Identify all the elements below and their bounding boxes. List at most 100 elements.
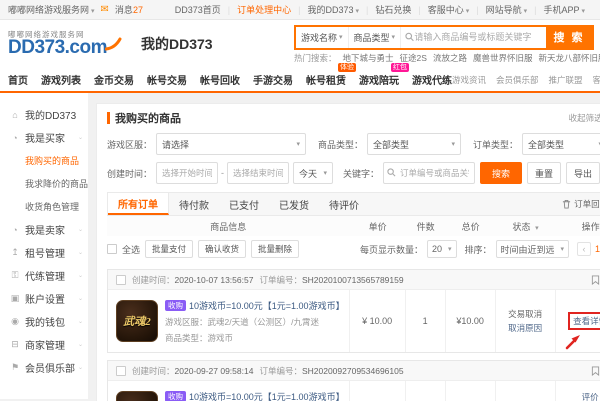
topbar-link-app[interactable]: 手机APP▾ — [536, 3, 592, 16]
site-name[interactable]: 嘟嘟网络游戏服务网▾ — [8, 3, 95, 16]
chevron-down-icon: ▾ — [91, 8, 95, 15]
sidebar-item-club[interactable]: ⚑会员俱乐部⌄ — [0, 356, 88, 379]
sidebar-item-boost-manage[interactable]: ⚿代练管理⌄ — [0, 264, 88, 287]
header-status[interactable]: 状态 ▾ — [496, 220, 556, 233]
rate-link[interactable]: 评价 — [582, 391, 599, 401]
tab-paid[interactable]: 已支付 — [219, 193, 269, 215]
game-icon[interactable]: 武魂2 — [116, 300, 158, 342]
hot-term[interactable]: 地下城与勇士 — [343, 52, 394, 64]
quick-date-select[interactable]: 今天▾ — [293, 162, 333, 184]
search-game-select[interactable]: 游戏名称▾ — [296, 27, 349, 48]
sidebar-item-wallet[interactable]: ◉我的钱包⌄ — [0, 310, 88, 333]
cancel-reason-link[interactable]: 取消原因 — [508, 322, 542, 334]
sort-select[interactable]: 时间由近到远▾ — [496, 240, 570, 258]
per-page-value: 20 — [432, 244, 442, 254]
tab-to-review[interactable]: 待评价 — [319, 193, 369, 215]
chevron-down-icon: ▾ — [297, 140, 301, 148]
filter-search-button[interactable]: 搜索 — [480, 162, 522, 184]
order-type-badge: 收购 — [165, 391, 186, 401]
top-utility-bar: 嘟嘟网络游戏服务网▾ ✉ 消息27 DD373首页| 订单处理中心| 我的DD3… — [0, 0, 600, 20]
tab-pending-payment[interactable]: 待付款 — [169, 193, 219, 215]
game-icon[interactable]: 武魂2 — [116, 391, 158, 401]
bookmark-icon[interactable] — [591, 366, 600, 376]
sidebar-item-merchant[interactable]: ⊟商家管理⌄ — [0, 333, 88, 356]
batch-pay-button[interactable]: 批量支付 — [145, 240, 193, 258]
select-all-checkbox[interactable] — [107, 244, 117, 254]
card-icon: ▣ — [10, 293, 20, 304]
nav-link-promotion[interactable]: 推广联盟 — [549, 74, 583, 86]
sidebar-item-buyer[interactable]: ◔我是买家⌄ — [0, 126, 88, 149]
sidebar-item-price-request[interactable]: 我求降价的商品 — [0, 172, 88, 195]
sidebar-item-my-dd373[interactable]: ⌂我的DD373 — [0, 103, 88, 126]
per-page-select[interactable]: 20▾ — [427, 240, 457, 258]
region-value: 武魂2/天道（公测区）/九霄迷 — [208, 317, 319, 327]
search-input[interactable] — [414, 32, 542, 42]
per-page-label: 每页显示数量： — [360, 243, 423, 256]
order-recycle-bin[interactable]: 订单回收站 — [562, 198, 600, 210]
nav-link-news[interactable]: 游戏资讯 — [452, 74, 486, 86]
topbar-link-sitemap[interactable]: 网站导航▾ — [479, 3, 535, 16]
product-title-link[interactable]: 收购10游戏币=10.00元【1元=1.00游戏币】 — [165, 390, 345, 401]
search-type-select[interactable]: 商品类型▾ — [349, 27, 402, 48]
order-status: 交易取消 — [508, 308, 542, 320]
nav-item-account-recycle[interactable]: 帐号回收 — [200, 72, 240, 87]
search-icon — [387, 168, 396, 177]
filter-reset-button[interactable]: 重置 — [527, 162, 561, 184]
sidebar-item-rent-manage[interactable]: ↥租号管理⌄ — [0, 241, 88, 264]
topbar-link-service[interactable]: 客服中心▾ — [421, 3, 477, 16]
tab-shipped[interactable]: 已发货 — [269, 193, 319, 215]
nav-item-home[interactable]: 首页 — [8, 72, 28, 87]
hot-term[interactable]: 流放之路 — [433, 52, 467, 64]
hot-term[interactable]: 征途2S — [400, 52, 427, 64]
hot-term[interactable]: 新天龙八部怀旧服 — [538, 52, 600, 64]
logo-text: DD373.com — [8, 38, 107, 57]
batch-delete-button[interactable]: 批量删除 — [251, 240, 299, 258]
total-price: ¥10.00 — [445, 381, 495, 401]
sidebar-item-seller[interactable]: ◔我是卖家⌄ — [0, 218, 88, 241]
nav-item-mobile-trade[interactable]: 手游交易 — [253, 72, 293, 87]
hot-term[interactable]: 魔兽世界怀旧服 — [473, 52, 533, 64]
collapse-filters-toggle[interactable]: 收起筛选条件 ▴ — [569, 112, 600, 124]
prev-page-button[interactable]: ‹ — [577, 242, 591, 256]
nav-link-club[interactable]: 会员俱乐部 — [496, 74, 539, 86]
product-type-select[interactable]: 全部类型▾ — [367, 133, 461, 155]
filter-export-button[interactable]: 导出 — [566, 162, 600, 184]
search-button[interactable]: 搜 索 — [546, 27, 592, 48]
game-region-select[interactable]: 请选择▾ — [156, 133, 306, 155]
nav-link-service[interactable]: 客服中心 — [593, 74, 600, 86]
sidebar-item-purchased-goods[interactable]: 我购买的商品 — [0, 149, 88, 172]
game-region-label: 游戏区服： — [107, 138, 152, 151]
chevron-down-icon: ▾ — [466, 8, 470, 15]
end-date-input[interactable] — [227, 162, 289, 184]
chevron-icon: ⌄ — [78, 134, 83, 141]
header-status-label: 状态 — [513, 222, 531, 232]
confirm-receipt-button[interactable]: 确认收货 — [198, 240, 246, 258]
order-checkbox[interactable] — [116, 366, 126, 376]
order-no-label: 订单编号： — [259, 366, 302, 376]
nav-item-coin-trade[interactable]: 金币交易 — [94, 72, 134, 87]
topbar-link-diamond[interactable]: 钻石兑换 — [368, 3, 418, 16]
view-detail-link[interactable]: 查看详情 — [568, 312, 600, 330]
start-date-input[interactable] — [156, 162, 218, 184]
unit-price: ¥ 10.00 — [349, 290, 405, 352]
sidebar-item-account-settings[interactable]: ▣账户设置⌄ — [0, 287, 88, 310]
order-type-select[interactable]: 全部类型▾ — [522, 133, 600, 155]
message-link[interactable]: 消息27 — [115, 3, 143, 16]
nav-item-account-rent[interactable]: 帐号租赁体验 — [306, 72, 346, 87]
tab-all-orders[interactable]: 所有订单 — [108, 193, 169, 215]
purchased-goods-panel: 我购买的商品 收起筛选条件 ▴ 游戏区服： 请选择▾ 商品类型： 全部类型▾ 订… — [96, 103, 600, 401]
nav-item-game-list[interactable]: 游戏列表 — [41, 72, 81, 87]
header-total: 总价 — [446, 220, 496, 233]
product-title-link[interactable]: 收购10游戏币=10.00元【1元=1.00游戏币】 — [165, 299, 345, 312]
site-logo[interactable]: 嘟嘟网络游戏服务网 DD373.com — [8, 31, 107, 58]
nav-item-game-companion[interactable]: 游戏陪玩红包 — [359, 72, 399, 87]
keyword-input[interactable] — [383, 162, 475, 184]
nav-item-account-trade[interactable]: 帐号交易 — [147, 72, 187, 87]
order-checkbox[interactable] — [116, 275, 126, 285]
nav-item-boosting[interactable]: 游戏代练 — [412, 72, 452, 87]
sidebar-item-receive-role[interactable]: 收货角色管理 — [0, 195, 88, 218]
topbar-link-my-dd373[interactable]: 我的DD373▾ — [300, 3, 366, 16]
bookmark-icon[interactable] — [591, 275, 600, 285]
topbar-link-home[interactable]: DD373首页 — [168, 3, 228, 16]
topbar-link-order-center[interactable]: 订单处理中心 — [230, 3, 298, 16]
